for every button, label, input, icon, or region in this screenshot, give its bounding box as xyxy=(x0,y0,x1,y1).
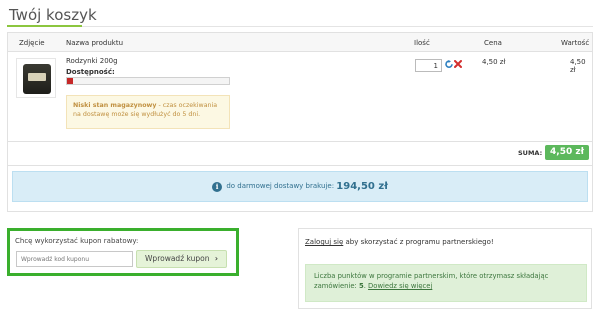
coupon-code-input[interactable] xyxy=(16,251,133,267)
header-image: Zdjęcie xyxy=(19,39,45,47)
free-shipping-text: do darmowej dostawy brakuje: xyxy=(226,182,335,190)
page-title: Twój koszyk xyxy=(9,6,97,24)
header-value: Wartość xyxy=(561,39,590,47)
sum-total-badge: 4,50 zł xyxy=(545,145,589,160)
availability-bar xyxy=(66,77,230,85)
free-shipping-amount: 194,50 zł xyxy=(336,181,388,192)
apply-coupon-button[interactable]: Wprowadź kupon › xyxy=(136,250,227,268)
chevron-right-icon: › xyxy=(214,254,218,263)
availability-bar-fill xyxy=(67,78,74,84)
coupon-section: Chcę wykorzystać kupon rabatowy: Wprowad… xyxy=(7,228,239,276)
partner-login-line: Zaloguj się aby skorzystać z programu pa… xyxy=(305,238,494,246)
partner-points-value: 5 xyxy=(358,282,364,290)
quantity-input[interactable] xyxy=(415,59,442,72)
product-name[interactable]: Rodzynki 200g xyxy=(66,57,118,65)
title-divider xyxy=(7,26,593,27)
free-shipping-info: i do darmowej dostawy brakuje: 194,50 zł xyxy=(12,171,588,202)
apply-coupon-label: Wprowadź kupon xyxy=(145,254,210,263)
product-package-icon xyxy=(23,64,51,94)
low-stock-title: Niski stan magazynowy xyxy=(73,102,157,109)
product-value: 4,50 zł xyxy=(570,58,586,74)
refresh-icon[interactable] xyxy=(445,60,453,69)
sum-label: SUMA: xyxy=(518,149,543,157)
cart-table-header: Zdjęcie Nazwa produktu Ilość Cena Wartoś… xyxy=(8,33,592,52)
cart-table: Zdjęcie Nazwa produktu Ilość Cena Wartoś… xyxy=(7,32,593,212)
partner-points-info: Liczba punktów w programie partnerskim, … xyxy=(305,264,587,302)
login-link[interactable]: Zaloguj się xyxy=(305,238,343,246)
partner-program-section: Zaloguj się aby skorzystać z programu pa… xyxy=(298,228,592,309)
header-qty: Ilość xyxy=(414,39,430,47)
remove-icon[interactable] xyxy=(454,60,462,68)
header-name: Nazwa produktu xyxy=(66,39,124,47)
summary-divider xyxy=(8,141,592,142)
header-price: Cena xyxy=(484,39,502,47)
learn-more-link[interactable]: Dowiedz się więcej xyxy=(368,282,432,290)
product-price: 4,50 zł xyxy=(482,58,506,66)
availability-label: Dostępność: xyxy=(66,68,115,76)
title-accent-line xyxy=(7,25,82,27)
low-stock-alert: Niski stan magazynowy - czas oczekiwania… xyxy=(66,95,230,129)
coupon-label: Chcę wykorzystać kupon rabatowy: xyxy=(15,237,139,245)
partner-login-text: aby skorzystać z programu partnerskiego! xyxy=(343,238,494,246)
product-image[interactable] xyxy=(16,58,56,98)
summary-divider-bottom xyxy=(8,165,592,166)
info-icon: i xyxy=(212,181,223,192)
